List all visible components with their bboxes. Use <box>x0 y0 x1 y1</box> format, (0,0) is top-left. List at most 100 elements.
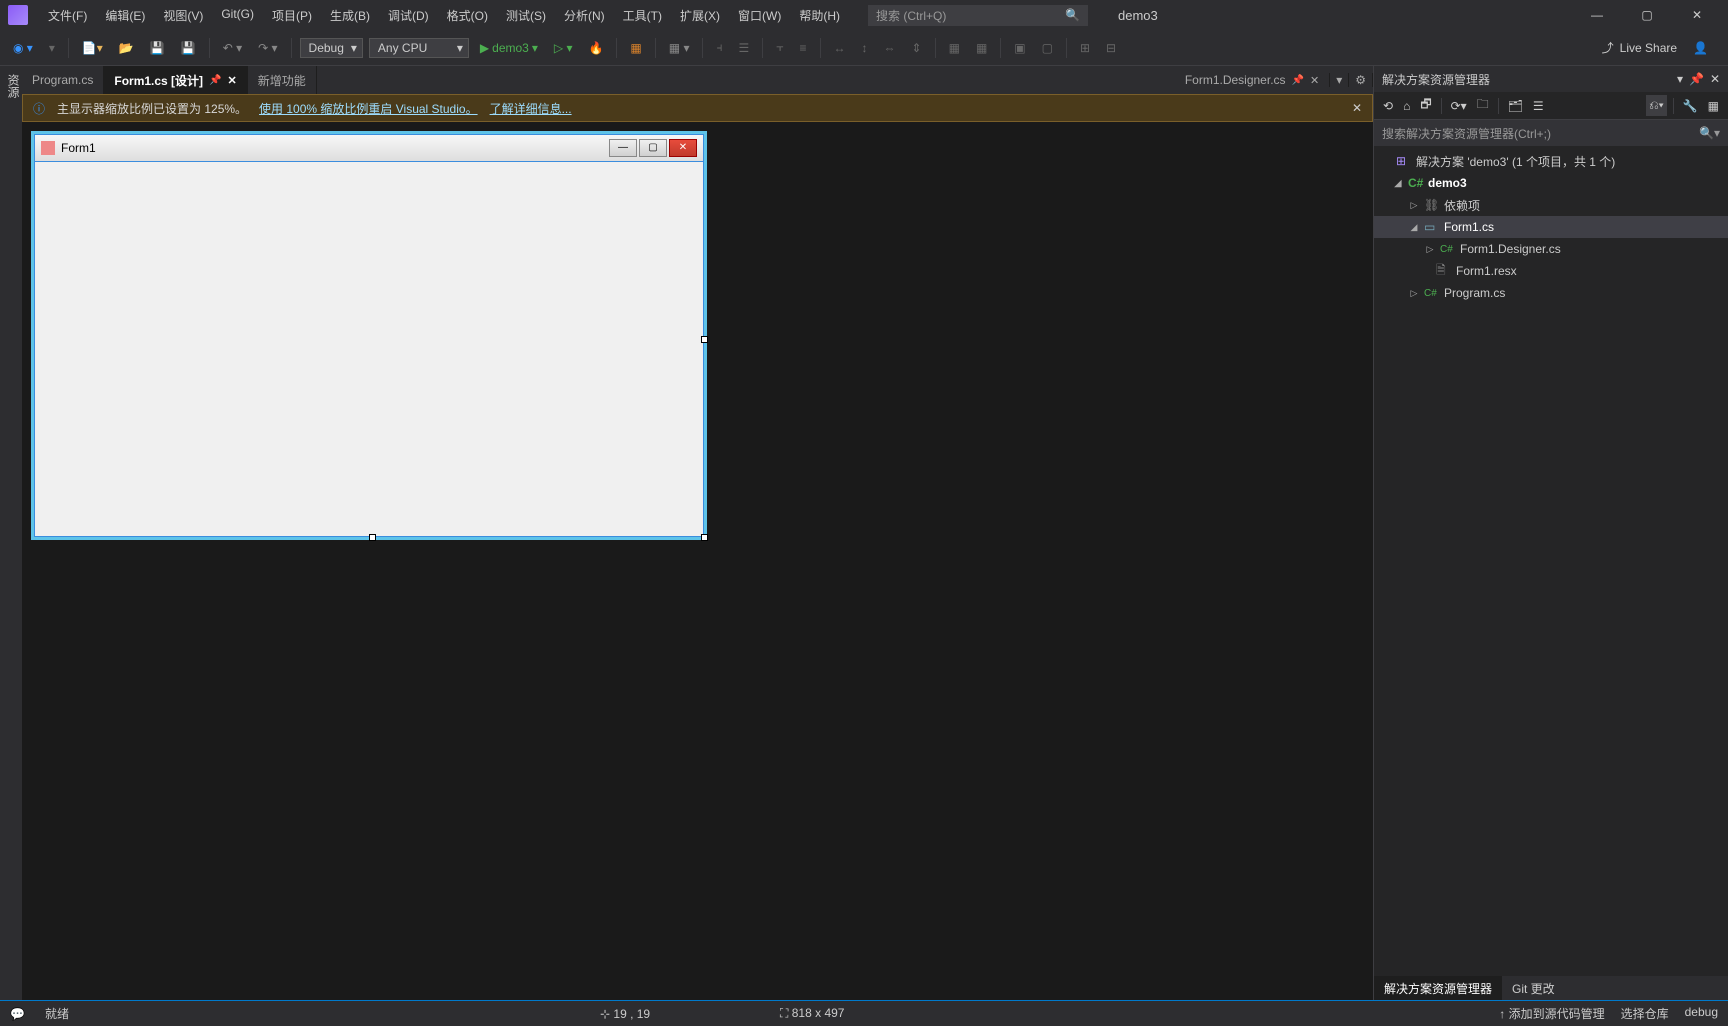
collapse-button[interactable]: 🗀 <box>1474 92 1492 119</box>
panel-search[interactable]: 搜索解决方案资源管理器(Ctrl+;) 🔍▾ <box>1374 120 1728 146</box>
tree-form1-designer[interactable]: ▷ C# Form1.Designer.cs <box>1374 238 1728 260</box>
pin-icon[interactable]: 📌 <box>1292 75 1304 86</box>
view-button[interactable]: ▦ <box>1705 96 1722 116</box>
platform-dropdown[interactable]: Any CPU <box>369 38 469 58</box>
refresh-button[interactable]: ⟳▾ <box>1448 96 1470 116</box>
pin-icon[interactable]: 📌 <box>209 75 221 86</box>
nav-back-button[interactable]: ◉ ▾ <box>8 38 38 58</box>
menu-file[interactable]: 文件(F) <box>40 3 95 28</box>
form-window[interactable]: Form1 — ▢ ✕ <box>34 134 704 537</box>
dropdown-icon[interactable]: ▾ <box>1677 72 1683 86</box>
expand-icon[interactable]: ◢ <box>1408 222 1420 233</box>
home-button[interactable]: ⌂ <box>1400 96 1413 116</box>
config-indicator[interactable]: debug <box>1685 1005 1718 1022</box>
menu-analyze[interactable]: 分析(N) <box>556 3 613 28</box>
align-grid-button[interactable]: ▦ ▾ <box>664 38 695 58</box>
designer-canvas[interactable]: Form1 — ▢ ✕ <box>22 122 1373 1000</box>
hot-reload-button[interactable]: 🔥 <box>583 38 608 58</box>
tree-program[interactable]: ▷ C# Program.cs <box>1374 282 1728 304</box>
menu-build[interactable]: 生成(B) <box>322 3 378 28</box>
tab-dropdown-button[interactable]: ▾ <box>1330 73 1349 87</box>
menu-tools[interactable]: 工具(T) <box>615 3 670 28</box>
menu-format[interactable]: 格式(O) <box>439 3 496 28</box>
vspacing2-button[interactable]: ⇕ <box>907 38 927 58</box>
minimize-button[interactable]: — <box>1582 4 1612 26</box>
tree-project[interactable]: ◢ C# demo3 <box>1374 172 1728 194</box>
resize-handle-right[interactable] <box>701 336 708 343</box>
tree-dependencies[interactable]: ▷ ⛓ 依赖项 <box>1374 194 1728 216</box>
close-info-button[interactable]: ✕ <box>1352 101 1362 115</box>
align-center-button[interactable]: ☰ <box>733 38 754 58</box>
form-maximize-button[interactable]: ▢ <box>639 139 667 157</box>
tab-gear-button[interactable]: ⚙ <box>1349 73 1373 87</box>
center-form2-button[interactable]: ▦ <box>971 38 992 58</box>
save-all-button[interactable]: 💾 <box>176 38 201 58</box>
undo-button[interactable]: ↶ ▾ <box>218 38 247 58</box>
menu-git[interactable]: Git(G) <box>213 3 262 28</box>
form-minimize-button[interactable]: — <box>609 139 637 157</box>
start-debug-button[interactable]: ▶ demo3 ▾ <box>475 38 543 58</box>
resize-handle-corner[interactable] <box>701 534 708 541</box>
restart-link[interactable]: 使用 100% 缩放比例重启 Visual Studio。 <box>259 100 478 117</box>
bring-front-button[interactable]: ▣ <box>1009 38 1030 58</box>
expand-icon[interactable]: ▷ <box>1408 200 1420 211</box>
tab-program[interactable]: Program.cs <box>22 66 104 94</box>
center-form-button[interactable]: ▦ <box>944 38 965 58</box>
tab-order-button[interactable]: ▦ <box>625 38 646 58</box>
menu-project[interactable]: 项目(P) <box>264 3 320 28</box>
menu-test[interactable]: 测试(S) <box>498 3 554 28</box>
repo-select-button[interactable]: 选择仓库 <box>1621 1005 1669 1022</box>
close-icon[interactable]: ✕ <box>1710 72 1720 86</box>
config-dropdown[interactable]: Debug <box>300 38 363 58</box>
pin-icon[interactable]: 📌 <box>1689 72 1704 86</box>
grid2-button[interactable]: ⊟ <box>1101 38 1121 58</box>
tree-form1-resx[interactable]: 🗎 Form1.resx <box>1374 260 1728 282</box>
properties-button[interactable]: ☰ <box>1530 96 1547 116</box>
save-button[interactable]: 💾 <box>145 38 170 58</box>
menu-help[interactable]: 帮助(H) <box>791 3 848 28</box>
grid1-button[interactable]: ⊞ <box>1075 38 1095 58</box>
source-control-button[interactable]: ↑ 添加到源代码管理 <box>1499 1005 1604 1022</box>
feedback-icon[interactable]: 💬 <box>10 1007 25 1021</box>
tree-form1[interactable]: ◢ ▭ Form1.cs <box>1374 216 1728 238</box>
align-top-button[interactable]: ⫟ <box>771 37 788 58</box>
user-icon[interactable]: 👤 <box>1693 41 1708 55</box>
tab-solution-explorer[interactable]: 解决方案资源管理器 <box>1374 976 1502 1000</box>
align-left-button[interactable]: ⫞ <box>711 37 727 58</box>
nav-forward-button[interactable]: ▾ <box>44 38 60 58</box>
sidebar-toolbox[interactable]: 资源 <box>0 66 22 1000</box>
expand-icon[interactable]: ◢ <box>1392 178 1404 189</box>
tab-form1-design[interactable]: Form1.cs [设计] 📌 ✕ <box>104 66 247 94</box>
maximize-button[interactable]: ▢ <box>1632 4 1662 26</box>
form-close-button[interactable]: ✕ <box>669 139 697 157</box>
send-back-button[interactable]: ▢ <box>1037 38 1058 58</box>
show-all-button[interactable]: 🗂 <box>1505 96 1526 116</box>
tree-solution[interactable]: ⊞ 解决方案 'demo3' (1 个项目，共 1 个) <box>1374 150 1728 172</box>
tab-whats-new[interactable]: 新增功能 <box>248 66 317 94</box>
global-search[interactable]: 搜索 (Ctrl+Q) 🔍 <box>868 5 1088 26</box>
learn-more-link[interactable]: 了解详细信息... <box>490 100 572 117</box>
back-button[interactable]: ⟲ <box>1380 96 1396 116</box>
live-share[interactable]: ⤴ Live Share 👤 <box>1602 39 1720 56</box>
menu-window[interactable]: 窗口(W) <box>730 3 789 28</box>
tab-form1-designer-cs[interactable]: Form1.Designer.cs 📌 ✕ <box>1175 73 1330 87</box>
menu-debug[interactable]: 调试(D) <box>380 3 437 28</box>
resize-handle-bottom[interactable] <box>369 534 376 541</box>
sync-button[interactable]: 🗗 <box>1417 92 1434 119</box>
open-button[interactable]: 📂 <box>114 38 139 58</box>
menu-view[interactable]: 视图(V) <box>155 3 211 28</box>
align-middle-button[interactable]: ≡ <box>795 38 812 58</box>
tab-git-changes[interactable]: Git 更改 <box>1502 976 1565 1000</box>
redo-button[interactable]: ↷ ▾ <box>253 38 282 58</box>
close-icon[interactable]: ✕ <box>228 74 237 87</box>
wrench-button[interactable]: 🔧 <box>1680 96 1701 116</box>
hspacing2-button[interactable]: ⇔ <box>879 38 901 58</box>
close-button[interactable]: ✕ <box>1682 4 1712 26</box>
vspacing-button[interactable]: ↕ <box>857 38 873 58</box>
hspacing-button[interactable]: ↔ <box>829 38 851 58</box>
form-client-area[interactable] <box>34 162 704 537</box>
menu-edit[interactable]: 编辑(E) <box>97 3 153 28</box>
expand-icon[interactable]: ▷ <box>1408 288 1420 299</box>
expand-icon[interactable]: ▷ <box>1424 244 1436 255</box>
filter-button[interactable]: ⎌▾ <box>1646 95 1667 116</box>
